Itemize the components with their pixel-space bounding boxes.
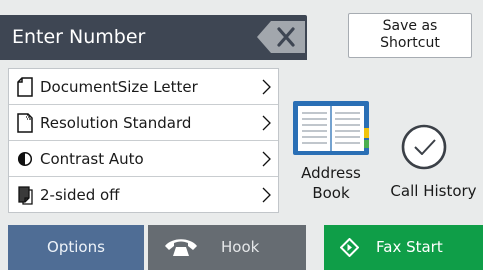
fax-start-label: Fax Start xyxy=(376,238,443,256)
save-as-shortcut-button[interactable]: Save as Shortcut xyxy=(348,13,472,58)
setting-label: Contrast Auto xyxy=(40,150,144,168)
setting-document-size[interactable]: DocumentSize Letter xyxy=(9,69,278,105)
setting-resolution[interactable]: Resolution Standard xyxy=(9,105,278,141)
address-book-label[interactable]: Address Book xyxy=(288,163,374,203)
two-sided-icon xyxy=(18,186,33,205)
chevron-right-icon xyxy=(262,115,271,131)
setting-two-sided[interactable]: 2-sided off xyxy=(9,177,278,213)
address-book-icon[interactable] xyxy=(291,100,371,156)
document-size-icon xyxy=(17,77,33,97)
phone-handset-icon xyxy=(165,239,197,256)
backspace-icon[interactable] xyxy=(256,19,306,55)
chevron-right-icon xyxy=(262,187,271,203)
settings-list: DocumentSize Letter Resolution Standard … xyxy=(8,68,279,213)
setting-label: 2-sided off xyxy=(40,186,120,204)
setting-contrast[interactable]: Contrast Auto xyxy=(9,141,278,177)
contrast-icon xyxy=(17,151,33,167)
setting-label: DocumentSize Letter xyxy=(40,78,198,96)
hook-button[interactable]: Hook xyxy=(148,225,306,270)
options-button[interactable]: Options xyxy=(8,225,144,270)
resolution-icon xyxy=(17,113,33,133)
fax-start-button[interactable]: Fax Start xyxy=(324,225,483,270)
chevron-right-icon xyxy=(262,79,271,95)
hook-label: Hook xyxy=(221,238,260,256)
clock-icon[interactable] xyxy=(400,123,448,171)
setting-label: Resolution Standard xyxy=(40,114,192,132)
start-diamond-icon xyxy=(340,238,359,257)
call-history-label[interactable]: Call History xyxy=(384,181,483,201)
chevron-right-icon xyxy=(262,151,271,167)
